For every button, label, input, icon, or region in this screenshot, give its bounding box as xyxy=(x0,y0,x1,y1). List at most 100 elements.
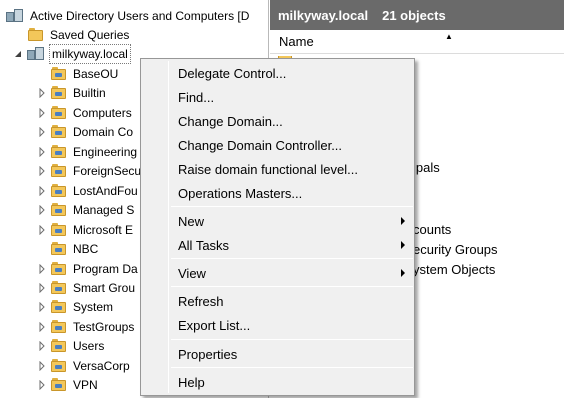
collapsed-arrow-icon[interactable] xyxy=(37,146,47,157)
menu-item-delegate-control[interactable]: Delegate Control... xyxy=(169,62,413,84)
menu-separator xyxy=(171,339,413,340)
tree-item-domain[interactable]: milkyway.local xyxy=(13,43,131,64)
column-header-label: Name xyxy=(279,34,314,49)
menu-item-change-domain-controller[interactable]: Change Domain Controller... xyxy=(169,134,413,156)
submenu-arrow-icon xyxy=(401,241,405,249)
tree-item-label: TestGroups xyxy=(73,319,135,334)
tree-item-managed-s[interactable]: Managed S xyxy=(37,200,136,219)
tree-item-label: VPN xyxy=(73,377,98,392)
tree-item-label: System xyxy=(73,299,114,314)
menu-item-label: Raise domain functional level... xyxy=(178,161,358,177)
menu-item-export-list[interactable]: Export List... xyxy=(169,314,413,336)
expanded-arrow-icon[interactable] xyxy=(13,49,23,59)
menu-item-operations-masters[interactable]: Operations Masters... xyxy=(169,182,413,204)
collapsed-arrow-icon[interactable] xyxy=(37,185,47,196)
tree-item-vpn[interactable]: VPN xyxy=(37,375,100,394)
list-item[interactable]: ipals xyxy=(413,160,440,175)
tree-root[interactable]: Active Directory Users and Computers [D xyxy=(6,6,251,25)
tree-item-label: milkyway.local xyxy=(49,43,131,64)
collapsed-arrow-icon[interactable] xyxy=(37,165,47,176)
tree-item-builtin[interactable]: Builtin xyxy=(37,83,108,102)
collapsed-arrow-icon[interactable] xyxy=(37,87,47,98)
list-item[interactable]: counts xyxy=(413,222,451,237)
folder-icon xyxy=(51,184,67,197)
menu-item-raise-domain-functional-level[interactable]: Raise domain functional level... xyxy=(169,158,413,180)
folder-icon xyxy=(51,300,67,313)
collapsed-arrow-icon[interactable] xyxy=(37,263,47,274)
menu-item-refresh[interactable]: Refresh xyxy=(169,290,413,312)
tree-item-program-da[interactable]: Program Da xyxy=(37,259,140,278)
menu-item-properties[interactable]: Properties xyxy=(169,343,413,365)
list-item[interactable]: ecurity Groups xyxy=(413,242,498,257)
folder-icon xyxy=(51,203,67,216)
tree-item-system[interactable]: System xyxy=(37,297,115,316)
collapsed-arrow-icon[interactable] xyxy=(37,340,47,351)
tree-item-versacorp[interactable]: VersaCorp xyxy=(37,356,132,375)
tree-item-label: LostAndFou xyxy=(73,183,138,198)
collapsed-arrow-icon xyxy=(37,244,47,254)
tree-item-label: VersaCorp xyxy=(73,358,130,373)
folder-icon xyxy=(51,67,67,80)
collapsed-arrow-icon[interactable] xyxy=(37,379,47,390)
collapsed-arrow-icon[interactable] xyxy=(37,126,47,137)
tree-item-nbc[interactable]: NBC xyxy=(37,239,100,258)
tree-item-foreignsecu[interactable]: ForeignSecu xyxy=(37,161,143,180)
menu-item-label: Operations Masters... xyxy=(178,185,303,201)
tree-item-label: Engineering xyxy=(73,144,138,159)
menu-item-find[interactable]: Find... xyxy=(169,86,413,108)
menu-separator xyxy=(171,206,413,207)
folder-icon xyxy=(51,125,67,138)
tree-item-domain-co[interactable]: Domain Co xyxy=(37,122,135,141)
menu-item-label: Export List... xyxy=(178,317,251,333)
tree-item-label: Smart Grou xyxy=(73,280,136,295)
column-header-name[interactable]: Name ▲ xyxy=(270,30,564,54)
folder-icon xyxy=(51,242,67,255)
menu-item-new[interactable]: New xyxy=(169,210,413,232)
object-count: 21 objects xyxy=(382,7,446,23)
menu-item-label: Refresh xyxy=(178,293,224,309)
collapsed-arrow-icon[interactable] xyxy=(37,282,47,293)
details-title: milkyway.local xyxy=(278,7,369,23)
menu-item-all-tasks[interactable]: All Tasks xyxy=(169,234,413,256)
collapsed-arrow-icon xyxy=(37,69,47,79)
folder-icon xyxy=(28,28,44,41)
collapsed-arrow-icon[interactable] xyxy=(37,204,47,215)
domain-icon xyxy=(27,46,45,61)
tree-item-lostandfou[interactable]: LostAndFou xyxy=(37,181,140,200)
folder-icon xyxy=(51,281,67,294)
tree-item-baseou[interactable]: BaseOU xyxy=(37,64,120,83)
tree-item-label: Builtin xyxy=(73,85,106,100)
tree-item-label: Microsoft E xyxy=(73,222,134,237)
menu-item-label: Properties xyxy=(178,346,238,362)
menu-item-label: New xyxy=(178,213,205,229)
tree-item-saved-queries[interactable]: Saved Queries xyxy=(28,25,131,44)
folder-icon xyxy=(51,145,67,158)
tree-item-label: Domain Co xyxy=(73,124,134,139)
menu-item-label: Find... xyxy=(178,89,215,105)
tree-item-label: Saved Queries xyxy=(50,27,130,42)
tree-item-users[interactable]: Users xyxy=(37,336,106,355)
collapsed-arrow-icon[interactable] xyxy=(37,360,47,371)
tree-item-smart-grou[interactable]: Smart Grou xyxy=(37,278,137,297)
tree-item-label: Program Da xyxy=(73,261,138,276)
menu-item-view[interactable]: View xyxy=(169,262,413,284)
collapsed-arrow-icon[interactable] xyxy=(37,224,47,235)
menu-item-change-domain[interactable]: Change Domain... xyxy=(169,110,413,132)
collapsed-arrow-icon[interactable] xyxy=(37,301,47,312)
menu-item-label: Delegate Control... xyxy=(178,65,287,81)
folder-icon xyxy=(51,320,67,333)
tree-item-microsoft-e[interactable]: Microsoft E xyxy=(37,220,135,239)
tree-item-label: NBC xyxy=(73,241,99,256)
tree-item-engineering[interactable]: Engineering xyxy=(37,142,139,161)
tree-item-testgroups[interactable]: TestGroups xyxy=(37,317,136,336)
list-item[interactable]: ystem Objects xyxy=(413,262,495,277)
folder-icon xyxy=(51,359,67,372)
collapsed-arrow-icon[interactable] xyxy=(37,107,47,118)
menu-separator xyxy=(171,367,413,368)
menu-item-help[interactable]: Help xyxy=(169,371,413,393)
tree-item-computers[interactable]: Computers xyxy=(37,103,134,122)
folder-icon xyxy=(51,262,67,275)
aduc-console-icon xyxy=(6,8,24,23)
menu-item-label: Help xyxy=(178,374,205,390)
collapsed-arrow-icon[interactable] xyxy=(37,321,47,332)
